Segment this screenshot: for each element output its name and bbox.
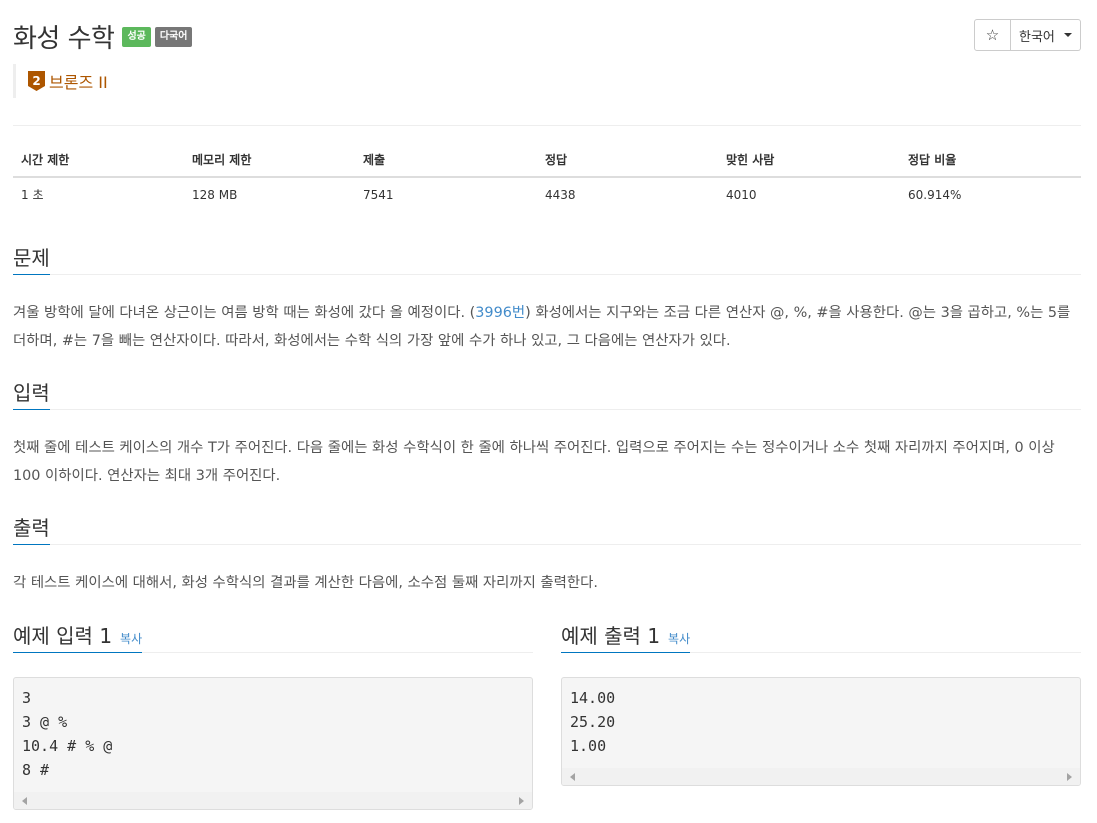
sample-output-heading: 예제 출력 1 복사 [561,620,691,653]
sample-input-line: 8 # [22,761,50,779]
related-problem-link[interactable]: 3996번 [475,305,525,321]
input-section-header: 입력 [13,377,1081,410]
table-header-row: 시간 제한 메모리 제한 제출 정답 맞힌 사람 정답 비율 [13,143,1081,178]
scroll-right-icon[interactable] [519,797,524,805]
ratio-value: 60.914% [908,187,962,202]
problem-heading: 문제 [13,242,50,275]
problem-header: 화성 수학 성공 다국어 [13,18,193,55]
sample-input-title: 예제 입력 1 [13,624,113,648]
top-toolbar: ☆ 한국어 [974,19,1081,51]
multilang-badge: 다국어 [154,26,193,47]
horizontal-scrollbar[interactable] [14,792,532,809]
table-row: 1 초 128 MB 7541 4438 4010 60.914% [13,177,1081,211]
copy-output-button[interactable]: 복사 [668,632,690,646]
scroll-left-icon[interactable] [570,773,575,781]
star-icon: ☆ [985,26,1000,44]
scroll-left-icon[interactable] [22,797,27,805]
sample-input-line: 3 [22,689,32,707]
sample-output-line: 25.20 [570,713,616,731]
problem-info-table: 시간 제한 메모리 제한 제출 정답 맞힌 사람 정답 비율 1 초 128 M… [13,143,1081,211]
divider [13,125,1081,126]
tier-indicator[interactable]: 2 브론즈 II [13,64,108,98]
sample-output-box[interactable]: 14.00 25.20 1.00 [561,677,1081,786]
accepted-value: 4438 [545,187,576,202]
language-label: 한국어 [1019,29,1055,45]
col-memory-limit: 메모리 제한 [184,143,355,178]
solvers-value: 4010 [726,187,757,202]
horizontal-scrollbar[interactable] [562,768,1080,785]
memory-limit-value: 128 MB [192,187,238,202]
sample-input-line: 3 @ % [22,713,68,731]
submissions-value: 7541 [363,187,394,202]
col-submissions: 제출 [355,143,537,178]
output-section-header: 출력 [13,512,1081,545]
sample-input-line: 10.4 # % @ [22,737,113,755]
sample-input-box[interactable]: 3 3 @ % 10.4 # % @ 8 # [13,677,533,810]
problem-section-header: 문제 [13,242,1081,275]
scroll-right-icon[interactable] [1067,773,1072,781]
sample-input-heading: 예제 입력 1 복사 [13,620,143,653]
sample-output-line: 1.00 [570,737,607,755]
output-heading: 출력 [13,512,50,545]
bronze-tier-icon: 2 [28,71,45,91]
tier-label: 브론즈 II [49,73,108,92]
problem-description: 겨울 방학에 달에 다녀온 상근이는 여름 방학 때는 화성에 갔다 올 예정이… [13,299,1081,355]
sample-output-header: 예제 출력 1 복사 [561,620,1081,653]
sample-input-header: 예제 입력 1 복사 [13,620,533,653]
col-time-limit: 시간 제한 [13,143,184,178]
success-badge: 성공 [122,26,151,47]
col-solvers: 맞힌 사람 [718,143,900,178]
col-accepted: 정답 [537,143,718,178]
input-description: 첫째 줄에 테스트 케이스의 개수 T가 주어진다. 다음 줄에는 화성 수학식… [13,440,1055,484]
input-heading: 입력 [13,377,50,410]
problem-text-1: 겨울 방학에 달에 다녀온 상근이는 여름 방학 때는 화성에 갔다 올 예정이… [13,305,476,321]
output-description: 각 테스트 케이스에 대해서, 화성 수학식의 결과를 계산한 다음에, 소수점… [13,575,598,591]
col-ratio: 정답 비율 [900,143,1081,178]
problem-title: 화성 수학 [13,24,115,54]
favorite-star-button[interactable]: ☆ [974,19,1011,51]
sample-output-title: 예제 출력 1 [561,624,661,648]
caret-down-icon [1064,33,1072,37]
time-limit-value: 1 초 [21,188,44,202]
sample-output-line: 14.00 [570,689,616,707]
language-dropdown[interactable]: 한국어 [1011,19,1081,51]
copy-input-button[interactable]: 복사 [120,632,142,646]
